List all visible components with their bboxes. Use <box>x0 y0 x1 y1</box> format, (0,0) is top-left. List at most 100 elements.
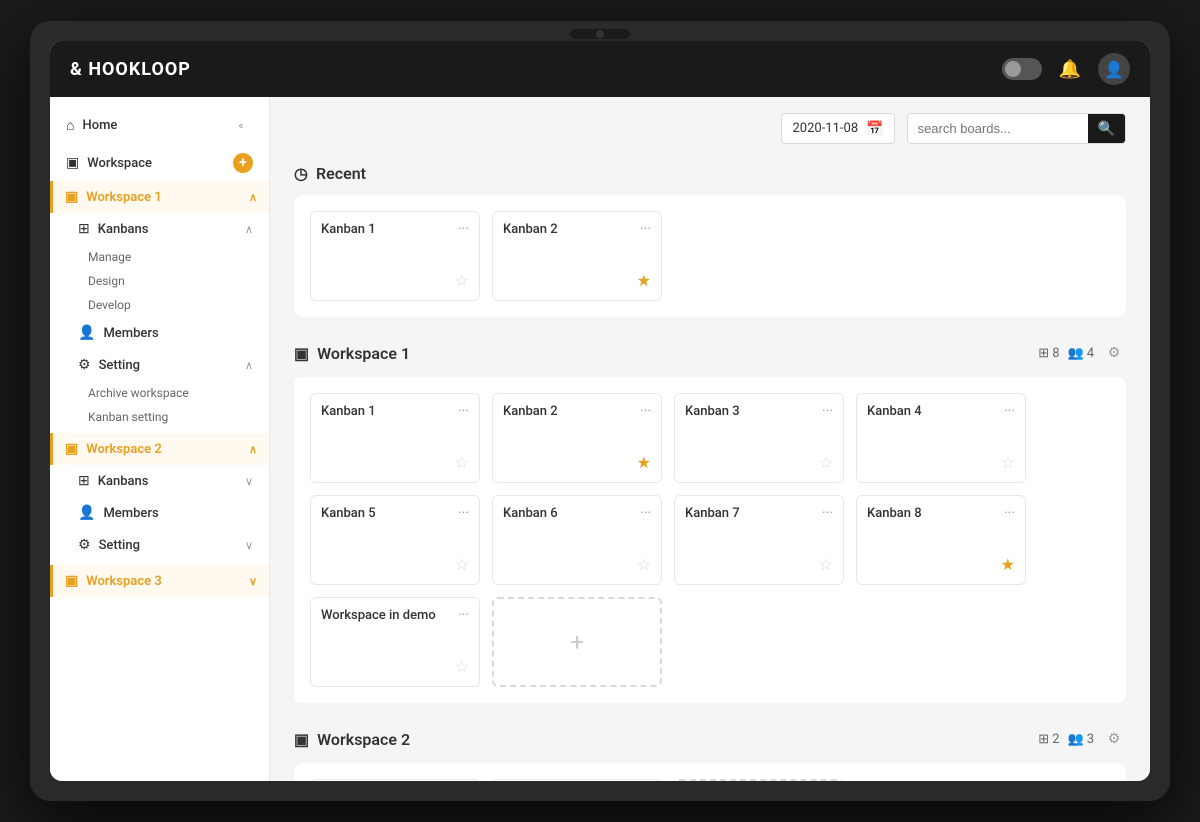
ws1-card-6-menu[interactable]: ··· <box>822 506 833 520</box>
sidebar-sub-design[interactable]: Design <box>50 269 269 293</box>
ws1-card-7[interactable]: Kanban 8 ··· ★ <box>856 495 1026 585</box>
ws1-card-4-star[interactable]: ☆ <box>455 555 469 574</box>
ws1-card-2[interactable]: Kanban 3 ··· ☆ <box>674 393 844 483</box>
sidebar-sub-kanban-setting-label: Kanban setting <box>88 410 168 424</box>
ws1-card-2-menu[interactable]: ··· <box>822 404 833 418</box>
ws1-card-3-star[interactable]: ☆ <box>1001 453 1015 472</box>
search-button[interactable]: 🔍 <box>1088 114 1125 143</box>
sidebar-setting-ws2-label: Setting <box>99 538 245 553</box>
sidebar: ⌂ Home « ▣ Workspace + ▣ Workspace 1 ∧ <box>50 97 270 781</box>
bell-button[interactable]: 🔔 <box>1054 53 1086 85</box>
sidebar-kanbans-ws2[interactable]: ⊞ Kanbans ∨ <box>50 465 269 497</box>
sidebar-sub-develop-label: Develop <box>88 298 131 312</box>
sidebar-item-workspace[interactable]: ▣ Workspace + <box>50 145 269 181</box>
ws2-card-1[interactable]: Kanban 2 ··· ☆ <box>492 779 662 781</box>
ws1-card-7-title: Kanban 8 <box>867 506 922 521</box>
sidebar-kanbans-ws1[interactable]: ⊞ Kanbans ∧ <box>50 213 269 245</box>
ws1-card-6[interactable]: Kanban 7 ··· ☆ <box>674 495 844 585</box>
ws1-card-6-star[interactable]: ☆ <box>819 555 833 574</box>
ws1-card-3-title: Kanban 4 <box>867 404 922 419</box>
sidebar-members-ws1[interactable]: 👤 Members <box>50 317 269 349</box>
sidebar-sub-archive-label: Archive workspace <box>88 386 189 400</box>
sidebar-members-ws2[interactable]: 👤 Members <box>50 497 269 529</box>
device-frame: & HOOKLOOP 🔔 👤 ⌂ Home « <box>30 21 1170 801</box>
ws2-add-card[interactable]: + <box>674 779 844 781</box>
ws1-card-0-title: Kanban 1 <box>321 404 376 419</box>
app-logo: & HOOKLOOP <box>70 59 191 80</box>
recent-card-1-menu[interactable]: ··· <box>640 222 651 236</box>
sidebar-workspace3-header[interactable]: ▣ Workspace 3 ∨ <box>50 565 269 597</box>
sidebar-workspace2-header[interactable]: ▣ Workspace 2 ∧ <box>50 433 269 465</box>
people-icon-ws1: 👤 <box>78 325 95 341</box>
ws1-card-7-menu[interactable]: ··· <box>1004 506 1015 520</box>
recent-cards-grid: Kanban 1 ··· ☆ Kanban 2 ··· <box>294 195 1126 317</box>
ws1-card-8-star[interactable]: ☆ <box>455 657 469 676</box>
sidebar-sub-archive[interactable]: Archive workspace <box>50 381 269 405</box>
ws1-add-card[interactable]: + <box>492 597 662 687</box>
date-picker[interactable]: 2020-11-08 📅 <box>781 113 894 144</box>
add-workspace-button[interactable]: + <box>233 153 253 173</box>
sidebar-item-home[interactable]: ⌂ Home « <box>50 105 269 145</box>
ws1-card-4-title: Kanban 5 <box>321 506 376 521</box>
sidebar-kanbans-ws2-label: Kanbans <box>98 474 245 489</box>
gear-icon-ws2: ⚙ <box>78 537 91 553</box>
ws1-card-6-title: Kanban 7 <box>685 506 740 521</box>
workspace3-chevron: ∨ <box>249 575 257 588</box>
workspace1-section-title-text: Workspace 1 <box>317 344 410 363</box>
recent-card-1[interactable]: Kanban 2 ··· ★ <box>492 211 662 301</box>
ws1-card-8[interactable]: Workspace in demo ··· ☆ <box>310 597 480 687</box>
recent-section: ◷ Recent Kanban 1 ··· ☆ <box>294 164 1126 317</box>
sidebar-sub-develop[interactable]: Develop <box>50 293 269 317</box>
monitor-icon-section-ws1: ▣ <box>294 344 309 363</box>
sidebar-sub-manage[interactable]: Manage <box>50 245 269 269</box>
ws1-card-5-menu[interactable]: ··· <box>640 506 651 520</box>
monitor-icon-ws1: ▣ <box>65 189 78 205</box>
workspace2-section-title-text: Workspace 2 <box>317 730 410 749</box>
ws1-card-1-star[interactable]: ★ <box>637 453 651 472</box>
sidebar-collapse-btn[interactable]: « <box>229 113 253 137</box>
ws1-card-0-star[interactable]: ☆ <box>455 453 469 472</box>
recent-card-1-star[interactable]: ★ <box>637 271 651 290</box>
sidebar-members-ws2-label: Members <box>103 506 253 521</box>
workspace1-member-count: 👥 4 <box>1068 346 1095 361</box>
monitor-icon-workspace: ▣ <box>66 155 79 171</box>
workspace2-member-count-val: 3 <box>1087 732 1094 747</box>
ws1-card-4[interactable]: Kanban 5 ··· ☆ <box>310 495 480 585</box>
sidebar-sub-kanban-setting[interactable]: Kanban setting <box>50 405 269 429</box>
sidebar-workspace1-header[interactable]: ▣ Workspace 1 ∧ <box>50 181 269 213</box>
sidebar-kanbans-ws1-label: Kanbans <box>98 222 245 237</box>
people-icon-ws2: 👤 <box>78 505 95 521</box>
ws2-card-0[interactable]: Kanban 1 ··· ☆ <box>310 779 480 781</box>
date-value: 2020-11-08 <box>792 121 858 136</box>
ws1-card-0[interactable]: Kanban 1 ··· ☆ <box>310 393 480 483</box>
ws1-card-8-menu[interactable]: ··· <box>458 608 469 622</box>
main-content: 2020-11-08 📅 🔍 ◷ Rec <box>270 97 1150 781</box>
ws1-card-5[interactable]: Kanban 6 ··· ☆ <box>492 495 662 585</box>
device-notch <box>570 29 630 39</box>
theme-toggle[interactable] <box>1002 58 1042 80</box>
user-menu-button[interactable]: 👤 <box>1098 53 1130 85</box>
ws1-card-7-star[interactable]: ★ <box>1001 555 1015 574</box>
sidebar-workspace-label: Workspace <box>87 156 233 171</box>
workspace1-section-header: ▣ Workspace 1 ⊞ 8 👥 4 <box>294 341 1126 365</box>
workspace1-settings-btn[interactable]: ⚙ <box>1102 341 1126 365</box>
recent-card-0-star[interactable]: ☆ <box>455 271 469 290</box>
ws1-card-1[interactable]: Kanban 2 ··· ★ <box>492 393 662 483</box>
ws1-card-3-menu[interactable]: ··· <box>1004 404 1015 418</box>
sidebar-setting-ws2[interactable]: ⚙ Setting ∨ <box>50 529 269 561</box>
recent-card-0[interactable]: Kanban 1 ··· ☆ <box>310 211 480 301</box>
recent-card-0-menu[interactable]: ··· <box>458 222 469 236</box>
sidebar-setting-ws1[interactable]: ⚙ Setting ∧ <box>50 349 269 381</box>
workspace1-board-count: ⊞ 8 <box>1038 346 1059 361</box>
ws1-card-5-star[interactable]: ☆ <box>637 555 651 574</box>
ws1-card-8-title: Workspace in demo <box>321 608 436 623</box>
ws1-card-0-menu[interactable]: ··· <box>458 404 469 418</box>
ws1-card-2-star[interactable]: ☆ <box>819 453 833 472</box>
sidebar-sub-manage-label: Manage <box>88 250 131 264</box>
ws1-card-4-menu[interactable]: ··· <box>458 506 469 520</box>
search-input[interactable] <box>908 114 1088 143</box>
ws1-card-1-menu[interactable]: ··· <box>640 404 651 418</box>
ws1-card-3[interactable]: Kanban 4 ··· ☆ <box>856 393 1026 483</box>
ws1-card-2-title: Kanban 3 <box>685 404 740 419</box>
workspace2-settings-btn[interactable]: ⚙ <box>1102 727 1126 751</box>
